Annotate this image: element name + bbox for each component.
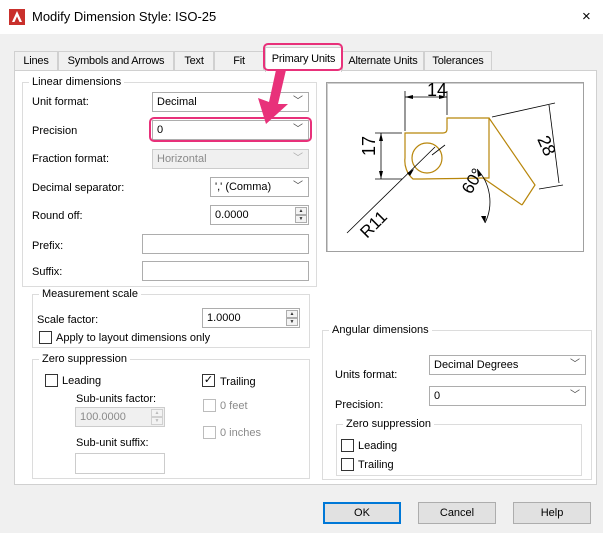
fraction-format-value: Horizontal [157,153,207,165]
close-icon[interactable]: × [582,8,591,25]
help-button[interactable]: Help [513,502,591,524]
subunits-factor-spinner: 100.0000 ▲ ▼ [75,407,165,427]
angular-units-format-value: Decimal Degrees [434,359,519,371]
linear-dimensions-title: Linear dimensions [29,75,125,89]
tab-alternate-units[interactable]: Alternate Units [342,51,424,71]
tab-tolerances[interactable]: Tolerances [424,51,492,71]
tab-fit[interactable]: Fit [214,51,264,71]
apply-layout-label: Apply to layout dimensions only [56,332,211,344]
spinner-buttons: ▲ ▼ [286,310,298,326]
angular-leading-checkbox[interactable] [341,439,354,452]
trailing-label: Trailing [220,376,256,388]
dimension-preview: 14 17 60° 28 R11 [326,80,584,252]
spinner-up-icon[interactable]: ▲ [286,310,298,318]
prefix-label: Prefix: [32,240,64,252]
angular-zero-suppression-title: Zero suppression [343,417,434,431]
round-off-value: 0.0000 [215,209,249,221]
tab-highlight-box [263,43,343,71]
spinner-down-icon: ▼ [151,417,163,425]
spinner-buttons: ▲ ▼ [295,207,307,223]
angular-trailing-checkbox[interactable] [341,458,354,471]
spinner-down-icon[interactable]: ▼ [286,318,298,326]
subunits-factor-label: Sub-units factor: [76,393,157,405]
scale-factor-spinner[interactable]: 1.0000 ▲ ▼ [202,308,300,328]
apply-layout-checkbox[interactable] [39,331,52,344]
leading-checkbox[interactable] [45,374,58,387]
tab-text[interactable]: Text [174,51,214,71]
measurement-scale-title: Measurement scale [39,287,141,301]
subunit-suffix-label: Sub-unit suffix: [76,437,149,449]
spinner-up-icon: ▲ [151,409,163,417]
suffix-label: Suffix: [32,266,63,278]
fraction-format-select: Horizontal ﹀ [152,149,309,169]
feet-label: 0 feet [220,400,248,412]
chevron-down-icon: ﹀ [293,96,303,107]
chevron-down-icon: ﹀ [570,359,580,370]
chevron-down-icon: ﹀ [293,153,303,164]
decimal-separator-value: ',' (Comma) [215,181,272,193]
round-off-spinner[interactable]: 0.0000 ▲ ▼ [210,205,309,225]
inches-checkbox [203,426,216,439]
title-bar: Modify Dimension Style: ISO-25 × [0,0,603,34]
preview-dim-left: 17 [359,136,379,156]
trailing-checkbox[interactable]: ✓ [202,374,215,387]
zero-suppression-title: Zero suppression [39,352,130,366]
unit-format-label: Unit format: [32,96,89,108]
inches-label: 0 inches [220,427,261,439]
spinner-up-icon[interactable]: ▲ [295,207,307,215]
preview-drawing: 14 17 60° 28 R11 [346,80,564,242]
check-icon: ✓ [203,374,214,386]
ok-button[interactable]: OK [323,502,401,524]
angular-precision-label: Precision: [335,399,384,411]
angular-precision-select[interactable]: 0 ﹀ [429,386,586,406]
decimal-separator-label: Decimal separator: [32,182,125,194]
round-off-label: Round off: [32,210,83,222]
precision-label: Precision [32,125,78,137]
preview-dim-angle: 60° [458,165,487,197]
fraction-format-label: Fraction format: [32,153,110,165]
angular-dimensions-title: Angular dimensions [329,323,432,337]
chevron-down-icon: ﹀ [570,390,580,401]
tab-lines[interactable]: Lines [14,51,58,71]
leading-label: Leading [62,375,102,387]
cancel-button[interactable]: Cancel [418,502,496,524]
scale-factor-label: Scale factor: [37,314,99,326]
preview-dim-radius: R11 [356,207,391,242]
annotation-arrow-icon [258,70,288,124]
tab-symbols-and-arrows[interactable]: Symbols and Arrows [58,51,174,71]
spinner-down-icon[interactable]: ▼ [295,215,307,223]
angular-leading-label: Leading [358,440,398,452]
suffix-input[interactable] [142,261,309,281]
spinner-buttons: ▲ ▼ [151,409,163,425]
subunits-factor-value: 100.0000 [80,411,126,423]
decimal-separator-select[interactable]: ',' (Comma) ﹀ [210,177,309,197]
unit-format-value: Decimal [157,96,197,108]
feet-checkbox [203,399,216,412]
preview-dim-top: 14 [427,83,447,100]
angular-units-format-select[interactable]: Decimal Degrees ﹀ [429,355,586,375]
angular-units-format-label: Units format: [335,369,398,381]
window-title: Modify Dimension Style: ISO-25 [32,9,217,24]
scale-factor-value: 1.0000 [207,312,241,324]
angular-trailing-label: Trailing [358,459,394,471]
chevron-down-icon: ﹀ [293,181,303,192]
angular-precision-value: 0 [434,390,441,402]
prefix-input[interactable] [142,234,309,254]
subunit-suffix-input [75,453,165,474]
autocad-logo-icon [9,9,25,25]
